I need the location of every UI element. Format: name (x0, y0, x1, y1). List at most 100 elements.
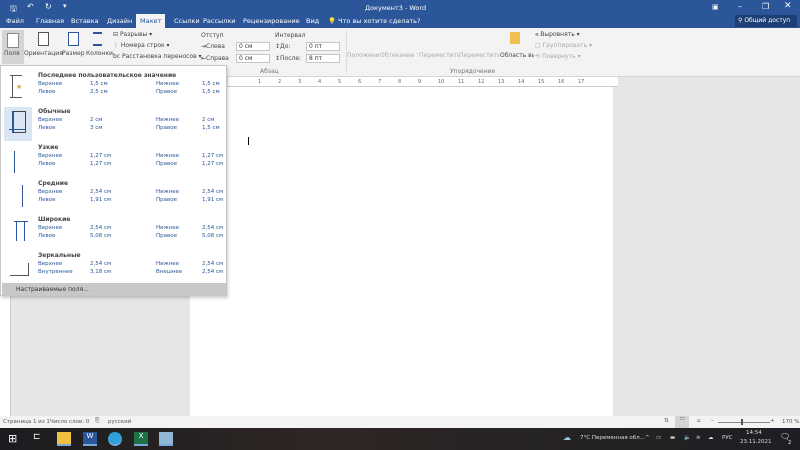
maximize-icon[interactable]: ❐ (762, 2, 769, 11)
ruler-tick: 15 (538, 79, 545, 85)
bottom-value: 2,54 см (202, 225, 224, 231)
tell-me-search[interactable]: 💡 Что вы хотите сделать? (328, 17, 420, 25)
edge-icon[interactable] (108, 432, 122, 446)
zoom-slider[interactable] (718, 422, 770, 423)
rotate-button[interactable]: ⟲ Повернуть ▾ (535, 53, 581, 60)
minimize-icon[interactable]: – (738, 2, 742, 11)
tab-layout[interactable]: Макет (136, 14, 166, 28)
right-value: 1,5 см (202, 89, 220, 95)
indent-label: Отступ (201, 32, 224, 39)
zoom-in-button[interactable]: + (770, 418, 775, 424)
left-label: Левое (38, 161, 56, 167)
tab-references[interactable]: Ссылки (174, 17, 200, 25)
selection-pane-button[interactable]: Область выделения (500, 52, 534, 59)
tab-home[interactable]: Главная (36, 17, 64, 25)
tab-mailings[interactable]: Рассылки (203, 17, 236, 25)
arrange-group-label: Упорядочение (450, 68, 496, 75)
group-button[interactable]: ▢ Группировать ▾ (535, 42, 592, 49)
web-layout-icon[interactable]: ⌂ (697, 418, 701, 424)
focus-mode-icon[interactable]: ⇅ (664, 418, 669, 424)
margin-option-moderate[interactable]: Средние Верхнее 2,54 см Нижнее 2,54 см Л… (2, 178, 226, 214)
position-button[interactable]: Положение (347, 52, 379, 59)
network-icon[interactable]: ▭ (656, 435, 661, 441)
clock-time[interactable]: 14:54 (746, 430, 762, 436)
top-label: Верхнее (38, 225, 63, 231)
horizontal-ruler[interactable]: 1 2 3 4 5 6 7 8 9 10 11 12 13 14 15 16 17 (228, 77, 618, 87)
tab-file[interactable]: Файл (6, 17, 24, 25)
margin-moderate-icon (4, 179, 32, 213)
start-icon[interactable]: ⊞ (8, 432, 22, 446)
columns-button[interactable]: Колонки (86, 30, 113, 64)
left-value: 3,18 см (90, 269, 112, 275)
ruler-tick: 9 (418, 79, 422, 85)
breaks-button[interactable]: ⊟ Разрывы ▾ (113, 31, 152, 38)
weather-text[interactable]: 7°C Переменная обл... (580, 435, 645, 441)
bottom-value: 2 см (202, 117, 215, 123)
margin-option-mirrored[interactable]: Зеркальные Верхнее 2,54 см Нижнее 2,54 с… (2, 250, 226, 286)
word-count[interactable]: Число слов: 0 (50, 419, 89, 425)
wifi-icon[interactable]: ≋ (696, 435, 701, 441)
rotate-label: Повернуть (541, 53, 576, 60)
right-value: 1,5 см (202, 125, 220, 131)
margins-button[interactable]: Поля (2, 30, 24, 64)
document-page[interactable] (190, 87, 613, 416)
custom-margins-button[interactable]: Настраиваемые поля... (2, 283, 226, 295)
bottom-label: Нижнее (156, 153, 180, 159)
tab-review[interactable]: Рецензирование (243, 17, 300, 25)
customize-qat-icon[interactable]: ▾ (63, 2, 67, 10)
indent-right-input[interactable]: 0 см (236, 54, 270, 63)
bring-forward-button[interactable]: Переместить вперед (419, 52, 459, 59)
spacing-after-input[interactable]: 8 пт (306, 54, 340, 63)
align-button[interactable]: ⫷ Выровнять ▾ (535, 31, 580, 39)
share-button[interactable]: ⚲ Общий доступ (735, 15, 797, 27)
tab-insert[interactable]: Вставка (71, 17, 99, 25)
task-view-icon[interactable]: ⊏ (33, 432, 47, 446)
wrap-text-button[interactable]: Обтекание текстом (380, 52, 418, 59)
margin-option-narrow[interactable]: Узкие Верхнее 1,27 см Нижнее 1,27 см Лев… (2, 142, 226, 178)
weather-icon[interactable]: ☁ (563, 433, 571, 442)
ruler-tick: 6 (358, 79, 362, 85)
language-indicator[interactable]: русский (108, 419, 131, 425)
proofing-icon[interactable]: ⎘ (95, 418, 99, 425)
margin-option-last-custom[interactable]: ★ Последнее пользовательское значение Ве… (2, 70, 226, 106)
size-icon (68, 32, 79, 46)
ruler-tick: 3 (298, 79, 302, 85)
print-layout-icon[interactable]: ▭ (675, 416, 689, 428)
clock-date[interactable]: 23.11.2021 (740, 439, 772, 445)
battery-icon[interactable]: ▬ (670, 435, 675, 441)
word-icon[interactable]: W (83, 432, 97, 446)
left-label: Левое (38, 233, 56, 239)
close-icon[interactable]: ✕ (784, 1, 792, 11)
tab-view[interactable]: Вид (306, 17, 319, 25)
ribbon-display-icon[interactable]: ▣ (712, 3, 719, 11)
columns-label: Колонки (86, 50, 113, 57)
tray-chevron-icon[interactable]: ^ (645, 435, 650, 441)
size-button[interactable]: Размер (62, 30, 86, 64)
margin-option-wide[interactable]: Широкие Верхнее 2,54 см Нижнее 2,54 см Л… (2, 214, 226, 250)
zoom-level[interactable]: 170 % (782, 419, 799, 425)
redo-icon[interactable]: ↻ (45, 2, 52, 11)
line-numbers-button[interactable]: ⋮ Номера строк ▾ (113, 42, 170, 49)
margin-option-normal[interactable]: Обычные Верхнее 2 см Нижнее 2 см Левое 3… (2, 106, 226, 142)
option-name: Обычные (38, 108, 71, 115)
excel-icon[interactable]: X (134, 432, 148, 446)
hyphenation-button[interactable]: bc Расстановка переносов ▾ (113, 53, 202, 60)
spacing-before-input[interactable]: 0 пт (306, 42, 340, 51)
indent-left-input[interactable]: 0 см (236, 42, 270, 51)
undo-icon[interactable]: ↶ (27, 2, 34, 11)
app-icon[interactable] (159, 432, 173, 446)
window-title: Документ3 - Word (365, 4, 427, 12)
page-count[interactable]: Страница 1 из 1 (3, 419, 50, 425)
volume-icon[interactable]: 🔈 (684, 435, 691, 441)
tab-design[interactable]: Дизайн (107, 17, 132, 25)
send-backward-button[interactable]: Переместить назад (459, 52, 499, 59)
input-language[interactable]: РУС (722, 435, 733, 441)
cloud-icon[interactable]: ☁ (708, 435, 714, 441)
zoom-out-button[interactable]: – (711, 418, 714, 424)
ruler-tick: 2 (278, 79, 282, 85)
orientation-button[interactable]: Ориентация (24, 30, 64, 64)
file-explorer-icon[interactable] (57, 432, 71, 446)
zoom-slider-thumb[interactable] (741, 419, 743, 425)
top-value: 2,54 см (90, 189, 112, 195)
bottom-value: 1,27 см (202, 153, 224, 159)
